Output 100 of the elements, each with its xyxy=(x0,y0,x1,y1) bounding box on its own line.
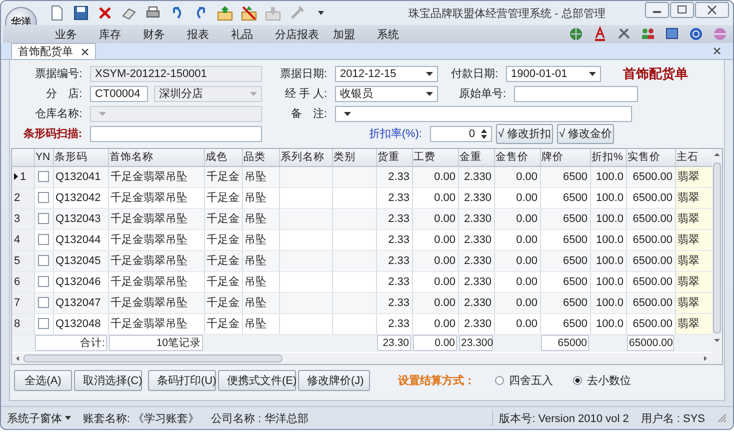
dropdown-field[interactable] xyxy=(335,106,632,122)
menu-item[interactable]: 报表 xyxy=(187,26,231,42)
ball-icon[interactable] xyxy=(713,26,727,42)
dropdown-caret-icon[interactable] xyxy=(426,92,433,96)
radio-button[interactable] xyxy=(573,376,582,384)
number-spinner[interactable]: 0 xyxy=(430,126,492,142)
column-header[interactable]: 工费 xyxy=(412,149,458,166)
minimize-button[interactable] xyxy=(645,2,669,18)
menu-item[interactable]: 分店报表 xyxy=(275,26,333,42)
table-cell: 2.330 xyxy=(458,187,494,208)
checkbox[interactable] xyxy=(38,318,49,329)
input-field[interactable] xyxy=(514,86,638,102)
row-header[interactable]: 4 xyxy=(12,229,34,250)
window-icon[interactable] xyxy=(665,26,679,42)
column-header[interactable]: 货重 xyxy=(376,149,412,166)
new-document-icon[interactable] xyxy=(49,5,65,21)
users-icon[interactable] xyxy=(641,26,655,42)
row-header[interactable]: 3 xyxy=(12,208,34,229)
dropdown-field[interactable]: 收银员 xyxy=(335,86,438,102)
action-button[interactable]: 全选(A) xyxy=(14,370,72,390)
radio-label[interactable]: 四舍五入 xyxy=(509,372,553,388)
row-number: 1 xyxy=(20,170,26,182)
action-button[interactable]: 取消选择(C) xyxy=(74,370,142,390)
radio-label[interactable]: 去小数位 xyxy=(587,372,631,388)
column-header[interactable]: 实售价 xyxy=(626,149,675,166)
globe-icon[interactable] xyxy=(569,26,583,42)
menu-item[interactable]: 加盟 xyxy=(333,26,377,42)
input-field[interactable]: CT00004 xyxy=(90,86,148,102)
checkbox[interactable] xyxy=(38,171,49,182)
column-header[interactable]: YN xyxy=(34,149,53,166)
checkbox[interactable] xyxy=(38,276,49,287)
row-header[interactable]: 7 xyxy=(12,292,34,313)
menu-item[interactable]: 业务 xyxy=(55,26,99,42)
column-header[interactable]: 首饰名称 xyxy=(108,149,204,166)
dropdown-field[interactable]: 1900-01-01 xyxy=(506,66,601,82)
help-icon[interactable] xyxy=(689,26,703,42)
column-header[interactable]: 折扣% xyxy=(590,149,626,166)
column-header[interactable]: 条形码 xyxy=(53,149,108,166)
table-cell: 0.00 xyxy=(412,271,458,292)
row-header[interactable]: 1 xyxy=(12,166,34,187)
vertical-scrollbar[interactable] xyxy=(712,149,722,364)
input-field[interactable]: XSYM-201212-150001 xyxy=(90,66,262,82)
row-number: 6 xyxy=(14,276,20,288)
row-header[interactable]: 5 xyxy=(12,250,34,271)
resize-grip-icon[interactable] xyxy=(717,413,727,423)
maximize-button[interactable] xyxy=(670,2,694,18)
document-tab[interactable]: 首饰配货单 xyxy=(11,43,96,59)
checkbox[interactable] xyxy=(38,213,49,224)
column-header[interactable]: 金售价 xyxy=(494,149,540,166)
form-button[interactable]: √ 修改金价 xyxy=(557,124,614,144)
form-button[interactable]: √ 修改折扣 xyxy=(496,124,553,144)
table-cell: 6500.00 xyxy=(626,271,675,292)
checkbox[interactable] xyxy=(38,192,49,203)
font-color-icon[interactable] xyxy=(593,26,607,42)
column-header[interactable]: 成色 xyxy=(204,149,242,166)
status-menu[interactable]: 系统子窗体 xyxy=(7,410,71,426)
dropdown-caret-icon[interactable] xyxy=(65,416,71,420)
dropdown-field[interactable]: 2012-12-15 xyxy=(335,66,438,82)
table-cell: 翡翠 xyxy=(675,313,712,334)
table-cell: 100.0 xyxy=(590,250,626,271)
column-header[interactable]: 类别 xyxy=(332,149,376,166)
input-field[interactable] xyxy=(90,126,262,142)
dropdown-caret-icon[interactable] xyxy=(426,72,433,76)
field-label: 付款日期: xyxy=(450,67,499,81)
close-icon[interactable] xyxy=(713,47,721,55)
dropdown-caret-icon[interactable] xyxy=(589,72,596,76)
total-label: 合计: xyxy=(35,335,107,352)
close-icon[interactable] xyxy=(81,48,89,56)
spinner-arrows-icon[interactable] xyxy=(481,128,487,138)
horizontal-scrollbar[interactable] xyxy=(12,353,712,364)
dropdown-field[interactable]: 深圳分店 xyxy=(154,86,262,102)
menu-item[interactable]: 系统 xyxy=(377,26,421,42)
close-button[interactable] xyxy=(695,2,729,18)
action-button[interactable]: 条码打印(U) xyxy=(148,370,216,390)
save-icon[interactable] xyxy=(73,5,89,21)
checkbox[interactable] xyxy=(38,297,49,308)
menu-item[interactable]: 礼品 xyxy=(231,26,275,42)
row-header[interactable]: 8 xyxy=(12,313,34,334)
dropdown-field[interactable] xyxy=(90,106,262,122)
tab-label[interactable]: 首饰配货单 xyxy=(18,44,73,59)
checkbox[interactable] xyxy=(38,255,49,266)
column-header[interactable]: 品类 xyxy=(242,149,279,166)
row-header[interactable]: 2 xyxy=(12,187,34,208)
column-header[interactable]: 金重 xyxy=(458,149,494,166)
menu-item[interactable]: 库存 xyxy=(99,26,143,42)
column-header[interactable]: 牌价 xyxy=(540,149,590,166)
delete-icon[interactable] xyxy=(97,5,113,21)
envelope-cancel-icon[interactable] xyxy=(241,5,257,21)
action-button[interactable]: 修改牌价(J) xyxy=(298,370,370,390)
envelope-upload-icon[interactable] xyxy=(217,5,233,21)
dropdown-caret-icon[interactable] xyxy=(344,112,351,116)
total-value: 65000.00 xyxy=(627,335,674,352)
action-button[interactable]: 便携式文件(E) xyxy=(218,370,296,390)
checkbox[interactable] xyxy=(38,234,49,245)
table-cell: 吊坠 xyxy=(242,292,279,313)
menu-item[interactable]: 财务 xyxy=(143,26,187,42)
row-header[interactable]: 6 xyxy=(12,271,34,292)
radio-button[interactable] xyxy=(495,376,504,384)
column-header[interactable]: 系列名称 xyxy=(279,149,332,166)
table-cell: 千足金 xyxy=(204,166,242,187)
